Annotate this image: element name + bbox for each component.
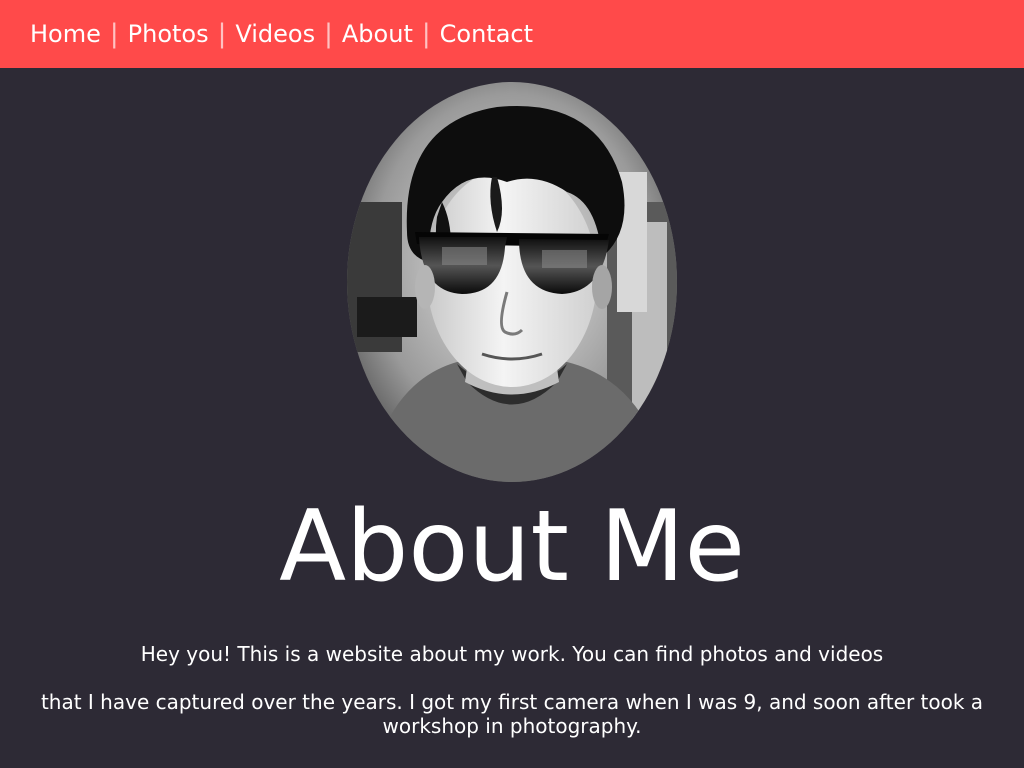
intro-paragraph: that I have captured over the years. I g… <box>40 690 984 738</box>
nav-separator: | <box>109 19 119 49</box>
nav-link-home[interactable]: Home <box>30 0 101 68</box>
profile-portrait <box>347 82 677 482</box>
top-navbar: Home | Photos | Videos | About | Contact <box>0 0 1024 68</box>
nav-link-about[interactable]: About <box>342 0 413 68</box>
portrait-image <box>347 82 677 482</box>
page-title: About Me <box>279 490 745 604</box>
nav-separator: | <box>324 19 333 49</box>
nav-separator: | <box>421 19 431 49</box>
nav-link-photos[interactable]: Photos <box>128 0 209 68</box>
nav-link-contact[interactable]: Contact <box>440 0 533 68</box>
nav-link-videos[interactable]: Videos <box>235 0 315 68</box>
intro-paragraph: Hey you! This is a website about my work… <box>140 642 884 666</box>
nav-separator: | <box>217 19 227 49</box>
intro-text: Hey you! This is a website about my work… <box>8 642 1016 762</box>
